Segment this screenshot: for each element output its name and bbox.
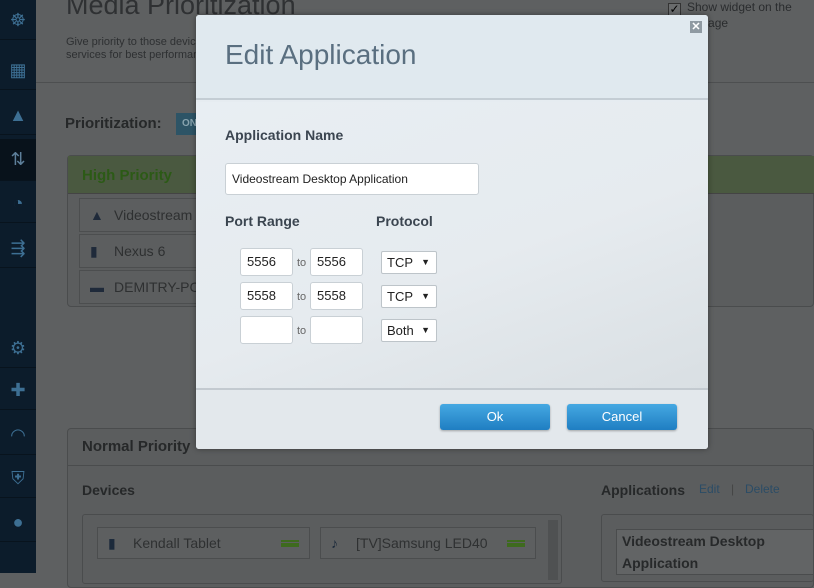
- support-icon[interactable]: ●: [0, 502, 36, 542]
- protocol-value: TCP: [387, 289, 413, 304]
- application-item[interactable]: Videostream Desktop Application: [616, 529, 814, 575]
- troubleshooting-icon[interactable]: ✚: [0, 370, 36, 410]
- item-label: DEMITRY-PC: [114, 279, 200, 295]
- delete-link[interactable]: Delete: [745, 482, 780, 496]
- port-to-input[interactable]: [310, 316, 363, 344]
- close-icon[interactable]: ✕: [690, 21, 702, 33]
- calendar-icon[interactable]: ▦: [0, 50, 36, 90]
- speed-test-icon[interactable]: ◔: [0, 183, 36, 223]
- edit-application-dialog: Edit Application ✕ Application Name Port…: [196, 15, 708, 449]
- dropdown-arrow-icon: ▼: [421, 291, 430, 301]
- protocol-select[interactable]: TCP ▼: [381, 251, 437, 274]
- phone-icon: ▮: [90, 243, 98, 259]
- devices-label: Devices: [82, 482, 135, 498]
- normal-priority-title: Normal Priority: [82, 438, 191, 455]
- router-icon[interactable]: ☸: [0, 0, 36, 40]
- settings-icon[interactable]: ⚙: [0, 328, 36, 368]
- port-to-input[interactable]: [310, 282, 363, 310]
- protocol-select[interactable]: Both ▼: [381, 319, 437, 342]
- application-name-label: Application Name: [225, 127, 344, 143]
- protocol-value: Both: [387, 323, 414, 338]
- sidebar: ☸ ▦ ▲ ⇅ ◔ ⇶ ⚙ ✚ ◠ ⛨ ●: [0, 0, 36, 573]
- device-item[interactable]: ▮ Kendall Tablet: [97, 527, 310, 559]
- dialog-title: Edit Application: [225, 39, 417, 70]
- device-item[interactable]: ♪ [TV]Samsung LED40: [320, 527, 536, 559]
- to-label: to: [297, 291, 307, 303]
- drag-handle-icon[interactable]: [507, 540, 525, 547]
- port-to-input[interactable]: [310, 248, 363, 276]
- to-label: to: [297, 257, 307, 269]
- tablet-icon: ▮: [108, 535, 116, 551]
- link-separator: |: [731, 482, 735, 496]
- port-from-input[interactable]: [240, 282, 293, 310]
- device-label: [TV]Samsung LED40: [356, 535, 488, 551]
- dialog-body: [196, 102, 708, 388]
- prioritization-label: Prioritization:: [65, 115, 162, 132]
- tv-icon: ♪: [331, 535, 338, 551]
- device-label: Kendall Tablet: [133, 535, 221, 551]
- application-name-input[interactable]: [225, 163, 479, 195]
- media-prioritization-icon[interactable]: ⇅: [0, 139, 36, 181]
- app-icon: ▲: [90, 207, 104, 223]
- port-range-label: Port Range: [225, 213, 300, 229]
- ok-button[interactable]: Ok: [440, 404, 550, 430]
- protocol-label: Protocol: [376, 213, 433, 229]
- edit-link[interactable]: Edit: [699, 482, 720, 496]
- to-label: to: [297, 325, 307, 337]
- computer-icon: ▬: [90, 279, 104, 295]
- protocol-value: TCP: [387, 255, 413, 270]
- port-from-input[interactable]: [240, 248, 293, 276]
- dropdown-arrow-icon: ▼: [421, 325, 430, 335]
- dropdown-arrow-icon: ▼: [421, 257, 430, 267]
- devices-scrollbar[interactable]: [548, 520, 558, 580]
- applications-label: Applications: [601, 482, 686, 498]
- drag-handle-icon[interactable]: [281, 540, 299, 547]
- usb-icon[interactable]: ⇶: [0, 228, 36, 268]
- wifi-settings-icon[interactable]: ◠: [0, 415, 36, 455]
- item-label: Nexus 6: [114, 243, 166, 259]
- security-icon[interactable]: ⛨: [0, 458, 36, 498]
- high-priority-title: High Priority: [82, 167, 173, 184]
- protocol-select[interactable]: TCP ▼: [381, 285, 437, 308]
- warning-icon[interactable]: ▲: [0, 95, 36, 135]
- cancel-button[interactable]: Cancel: [567, 404, 677, 430]
- port-from-input[interactable]: [240, 316, 293, 344]
